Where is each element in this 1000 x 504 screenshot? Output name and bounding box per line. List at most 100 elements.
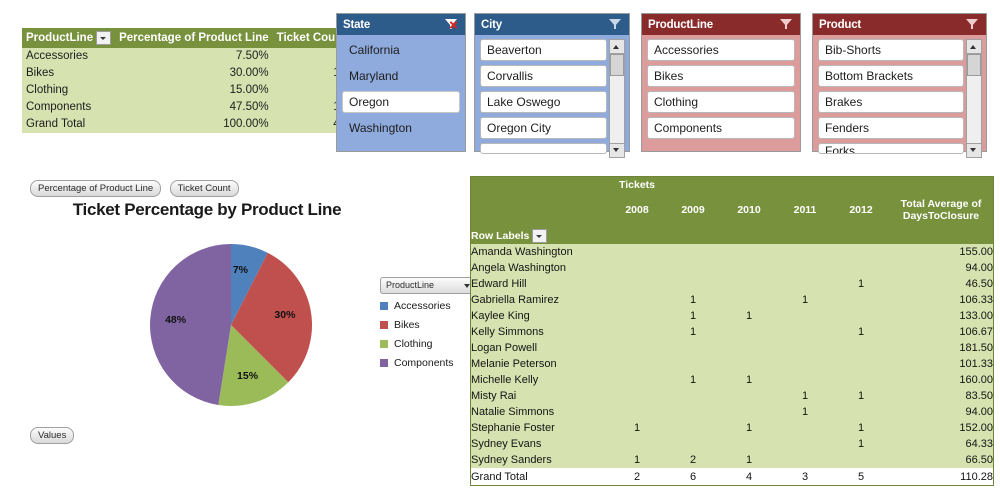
table-row: Sydney Sanders 1 2 1 66.50: [471, 452, 993, 468]
scroll-down-icon[interactable]: [610, 143, 624, 157]
cell-count-2010: [721, 244, 777, 260]
slicer-product-scrollbar[interactable]: [966, 39, 982, 158]
values-field-button[interactable]: Values: [30, 427, 75, 444]
cell-count-2008: 1: [609, 420, 665, 436]
cell-percentage: 47.50%: [115, 98, 273, 116]
slicer-item-corvallis[interactable]: Corvallis: [480, 65, 607, 87]
cell-count-2009: [665, 420, 721, 436]
slicer-state[interactable]: State California Maryland Oregon Washing…: [336, 13, 466, 152]
table-row-grand-total: Grand Total 100.00% 40: [22, 115, 351, 133]
slicer-item-bib-shorts[interactable]: Bib-Shorts: [818, 39, 964, 61]
slicer-item-bikes[interactable]: Bikes: [647, 65, 795, 87]
chevron-down-icon[interactable]: [532, 228, 548, 243]
cell-count-2010: [721, 292, 777, 308]
scroll-down-icon[interactable]: [967, 143, 981, 157]
slicer-item-components[interactable]: Components: [647, 117, 795, 139]
scroll-up-icon[interactable]: [967, 40, 981, 54]
chevron-down-icon[interactable]: [96, 31, 112, 45]
slicer-item-bottom-brackets[interactable]: Bottom Brackets: [818, 65, 964, 87]
clear-filter-icon[interactable]: [966, 18, 980, 31]
legend-field-button[interactable]: ProductLine: [380, 277, 476, 294]
cell-count-2010: [721, 404, 777, 420]
slicer-item-maryland[interactable]: Maryland: [342, 65, 460, 87]
tickets-superheader-row: Tickets: [471, 177, 993, 193]
cell-count-2011: 1: [777, 292, 833, 308]
cell-count-2009: 1: [665, 324, 721, 340]
slicer-product[interactable]: Product Bib-Shorts Bottom Brackets Brake…: [812, 13, 987, 158]
slicer-item-brakes[interactable]: Brakes: [818, 91, 964, 113]
slicer-item-california[interactable]: California: [342, 39, 460, 61]
product-line-pivot-table: ProductLine Percentage of Product Line T…: [22, 28, 351, 133]
clear-filter-icon[interactable]: [780, 18, 794, 31]
cell-count-2010: [721, 324, 777, 340]
cell-count-2008: [609, 340, 665, 356]
tickets-rowlabels-row: Row Labels: [471, 227, 993, 244]
cell-row-label: Stephanie Foster: [471, 420, 609, 436]
slicer-item-accessories[interactable]: Accessories: [647, 39, 795, 61]
tickets-table-body: Amanda Washington 155.00 Angela Washington…: [471, 244, 993, 485]
cell-count-2011: [777, 308, 833, 324]
slicer-item-forks[interactable]: Forks: [818, 143, 964, 154]
cell-count-2010: [721, 388, 777, 404]
year-header-blank: [471, 193, 609, 227]
field-button-percentage[interactable]: Percentage of Product Line: [30, 180, 162, 197]
legend-item-clothing: Clothing: [380, 338, 476, 350]
cell-row-label: Logan Powell: [471, 340, 609, 356]
legend-field-label: ProductLine: [386, 280, 435, 290]
clear-filter-icon[interactable]: [609, 18, 623, 31]
chart-legend: ProductLine Accessories Bikes Clothing C…: [380, 277, 476, 376]
cell-count-2010: 1: [721, 372, 777, 388]
cell-count-2011: [777, 324, 833, 340]
clear-filter-icon[interactable]: [445, 18, 459, 31]
cell-count-2008: [609, 404, 665, 420]
header-productline[interactable]: ProductLine: [22, 28, 116, 48]
cell-total-average: 83.50: [889, 388, 993, 404]
table-row: Melanie Peterson 101.33: [471, 356, 993, 372]
row-labels-header-filler: [609, 227, 993, 244]
slicer-item-oregon-city[interactable]: Oregon City: [480, 117, 607, 139]
slicer-productline[interactable]: ProductLine Accessories Bikes Clothing C…: [641, 13, 801, 152]
cell-label: Bikes: [22, 64, 116, 82]
cell-label: Components: [22, 98, 116, 116]
cell-grand-total-2011: 3: [777, 468, 833, 485]
scrollbar-thumb[interactable]: [610, 54, 624, 76]
table-row: Kaylee King 1 1 133.00: [471, 308, 993, 324]
slicer-item-lake-oswego[interactable]: Lake Oswego: [480, 91, 607, 113]
cell-count-2008: [609, 356, 665, 372]
cell-count-2009: 1: [665, 308, 721, 324]
scrollbar-thumb[interactable]: [967, 54, 981, 76]
cell-percentage: 7.50%: [115, 48, 273, 65]
row-labels-header-label: Row Labels: [471, 229, 530, 242]
slicer-item-beaverton[interactable]: Beaverton: [480, 39, 607, 61]
cell-row-label: Kaylee King: [471, 308, 609, 324]
slicer-item-fenders[interactable]: Fenders: [818, 117, 964, 139]
cell-grand-total-2009: 6: [665, 468, 721, 485]
pie-chart[interactable]: 7% 30% 15% 48%: [150, 244, 312, 406]
chart-title: Ticket Percentage by Product Line: [72, 200, 342, 219]
slicer-item-partial[interactable]: [480, 143, 607, 154]
slicer-product-title: Product: [819, 18, 862, 31]
slicer-city-scrollbar[interactable]: [609, 39, 625, 158]
slicer-item-washington[interactable]: Washington: [342, 117, 460, 139]
cell-count-2010: [721, 436, 777, 452]
table-row: Sydney Evans 1 64.33: [471, 436, 993, 452]
slicer-item-oregon[interactable]: Oregon: [342, 91, 460, 113]
slicer-city-header: City: [475, 14, 629, 35]
cell-count-2011: [777, 340, 833, 356]
slicer-productline-body: Accessories Bikes Clothing Components: [642, 35, 800, 148]
cell-grand-total-2012: 5: [833, 468, 889, 485]
pie-chart-panel: Percentage of Product Line Ticket Count …: [22, 172, 476, 444]
slicer-city[interactable]: City Beaverton Corvallis Lake Oswego Ore…: [474, 13, 630, 158]
pie-slice-components[interactable]: [150, 244, 231, 405]
slicer-item-clothing[interactable]: Clothing: [647, 91, 795, 113]
cell-row-label: Amanda Washington: [471, 244, 609, 260]
row-labels-header-cell[interactable]: Row Labels: [471, 227, 609, 244]
scroll-up-icon[interactable]: [610, 40, 624, 54]
cell-count-2011: [777, 372, 833, 388]
cell-total-average: 66.50: [889, 452, 993, 468]
cell-count-2010: [721, 260, 777, 276]
table-row: Gabriella Ramirez 1 1 106.33: [471, 292, 993, 308]
field-button-ticket-count[interactable]: Ticket Count: [169, 180, 239, 197]
cell-total-average: 46.50: [889, 276, 993, 292]
cell-label: Accessories: [22, 48, 116, 65]
